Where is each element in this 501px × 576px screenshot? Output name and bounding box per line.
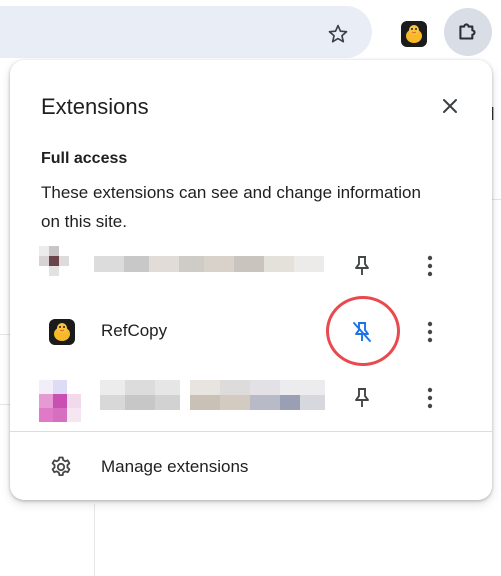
- page-divider: [0, 334, 10, 335]
- section-title: Full access: [41, 150, 128, 167]
- page-divider: [0, 404, 10, 405]
- extension-row[interactable]: [10, 370, 492, 426]
- blurred-extension-icon: [39, 246, 69, 276]
- more-options-button[interactable]: [414, 382, 446, 414]
- blurred-extension-name: [100, 380, 325, 410]
- extensions-popup: Extensions Full access These extensions …: [10, 60, 492, 500]
- extensions-menu-button[interactable]: [444, 8, 492, 56]
- refcopy-extension-icon: [401, 21, 427, 47]
- more-vert-icon: [427, 321, 433, 343]
- page-divider: [94, 504, 95, 576]
- star-icon: [328, 24, 348, 43]
- more-vert-icon: [427, 255, 433, 277]
- more-options-button[interactable]: [414, 250, 446, 282]
- extension-name: RefCopy: [101, 321, 168, 340]
- blurred-extension-icon: [39, 380, 81, 422]
- close-button[interactable]: [434, 90, 466, 122]
- pin-off-icon: [353, 322, 371, 342]
- gear-icon: [48, 454, 74, 480]
- refcopy-extension-icon: [49, 319, 75, 345]
- manage-extensions-label: Manage extensions: [101, 457, 249, 476]
- more-options-button[interactable]: [414, 316, 446, 348]
- extension-row-refcopy[interactable]: RefCopy: [10, 296, 492, 366]
- close-icon: [443, 99, 457, 113]
- section-description: These extensions can see and change info…: [41, 183, 421, 231]
- bookmark-star-button[interactable]: [322, 18, 354, 50]
- pin-icon: [355, 388, 369, 407]
- extension-row[interactable]: [10, 238, 492, 294]
- pin-button[interactable]: [346, 382, 378, 414]
- address-bar[interactable]: [0, 6, 372, 58]
- blurred-extension-name: [94, 256, 324, 272]
- refcopy-toolbar-button[interactable]: [398, 18, 430, 50]
- more-vert-icon: [427, 387, 433, 409]
- unpin-button[interactable]: [346, 316, 378, 348]
- pin-button[interactable]: [346, 250, 378, 282]
- page-divider: [492, 199, 501, 200]
- manage-extensions-button[interactable]: Manage extensions: [10, 440, 492, 492]
- divider: [10, 431, 492, 432]
- popup-title: Extensions: [41, 94, 149, 119]
- puzzle-icon: [459, 23, 476, 40]
- pin-icon: [355, 256, 369, 275]
